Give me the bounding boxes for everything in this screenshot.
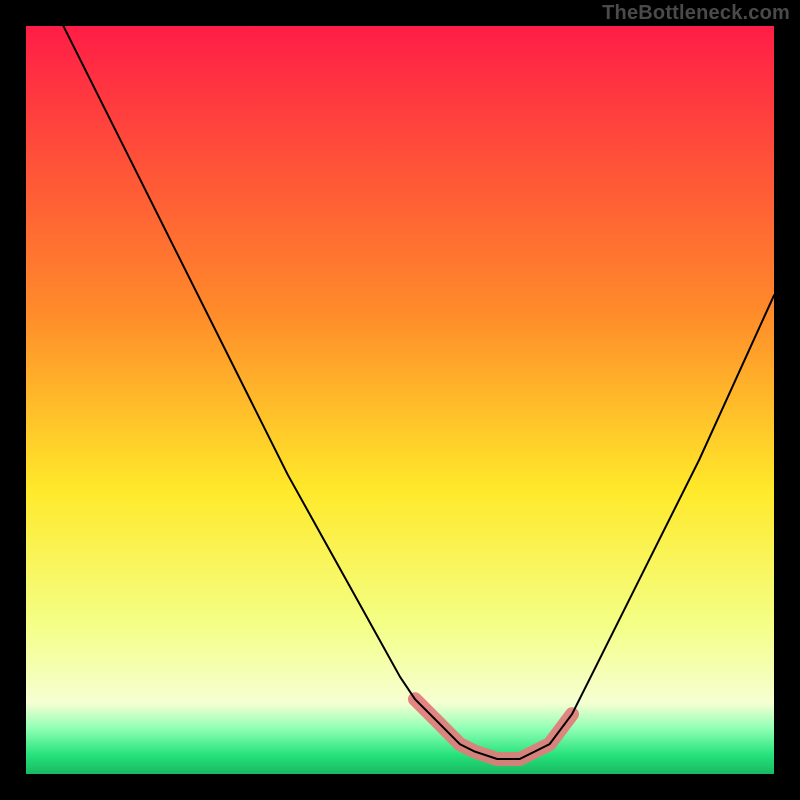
watermark-text: TheBottleneck.com — [602, 2, 790, 25]
gradient-background — [26, 26, 774, 774]
bottleneck-chart — [26, 26, 774, 774]
chart-stage: TheBottleneck.com — [0, 0, 800, 800]
